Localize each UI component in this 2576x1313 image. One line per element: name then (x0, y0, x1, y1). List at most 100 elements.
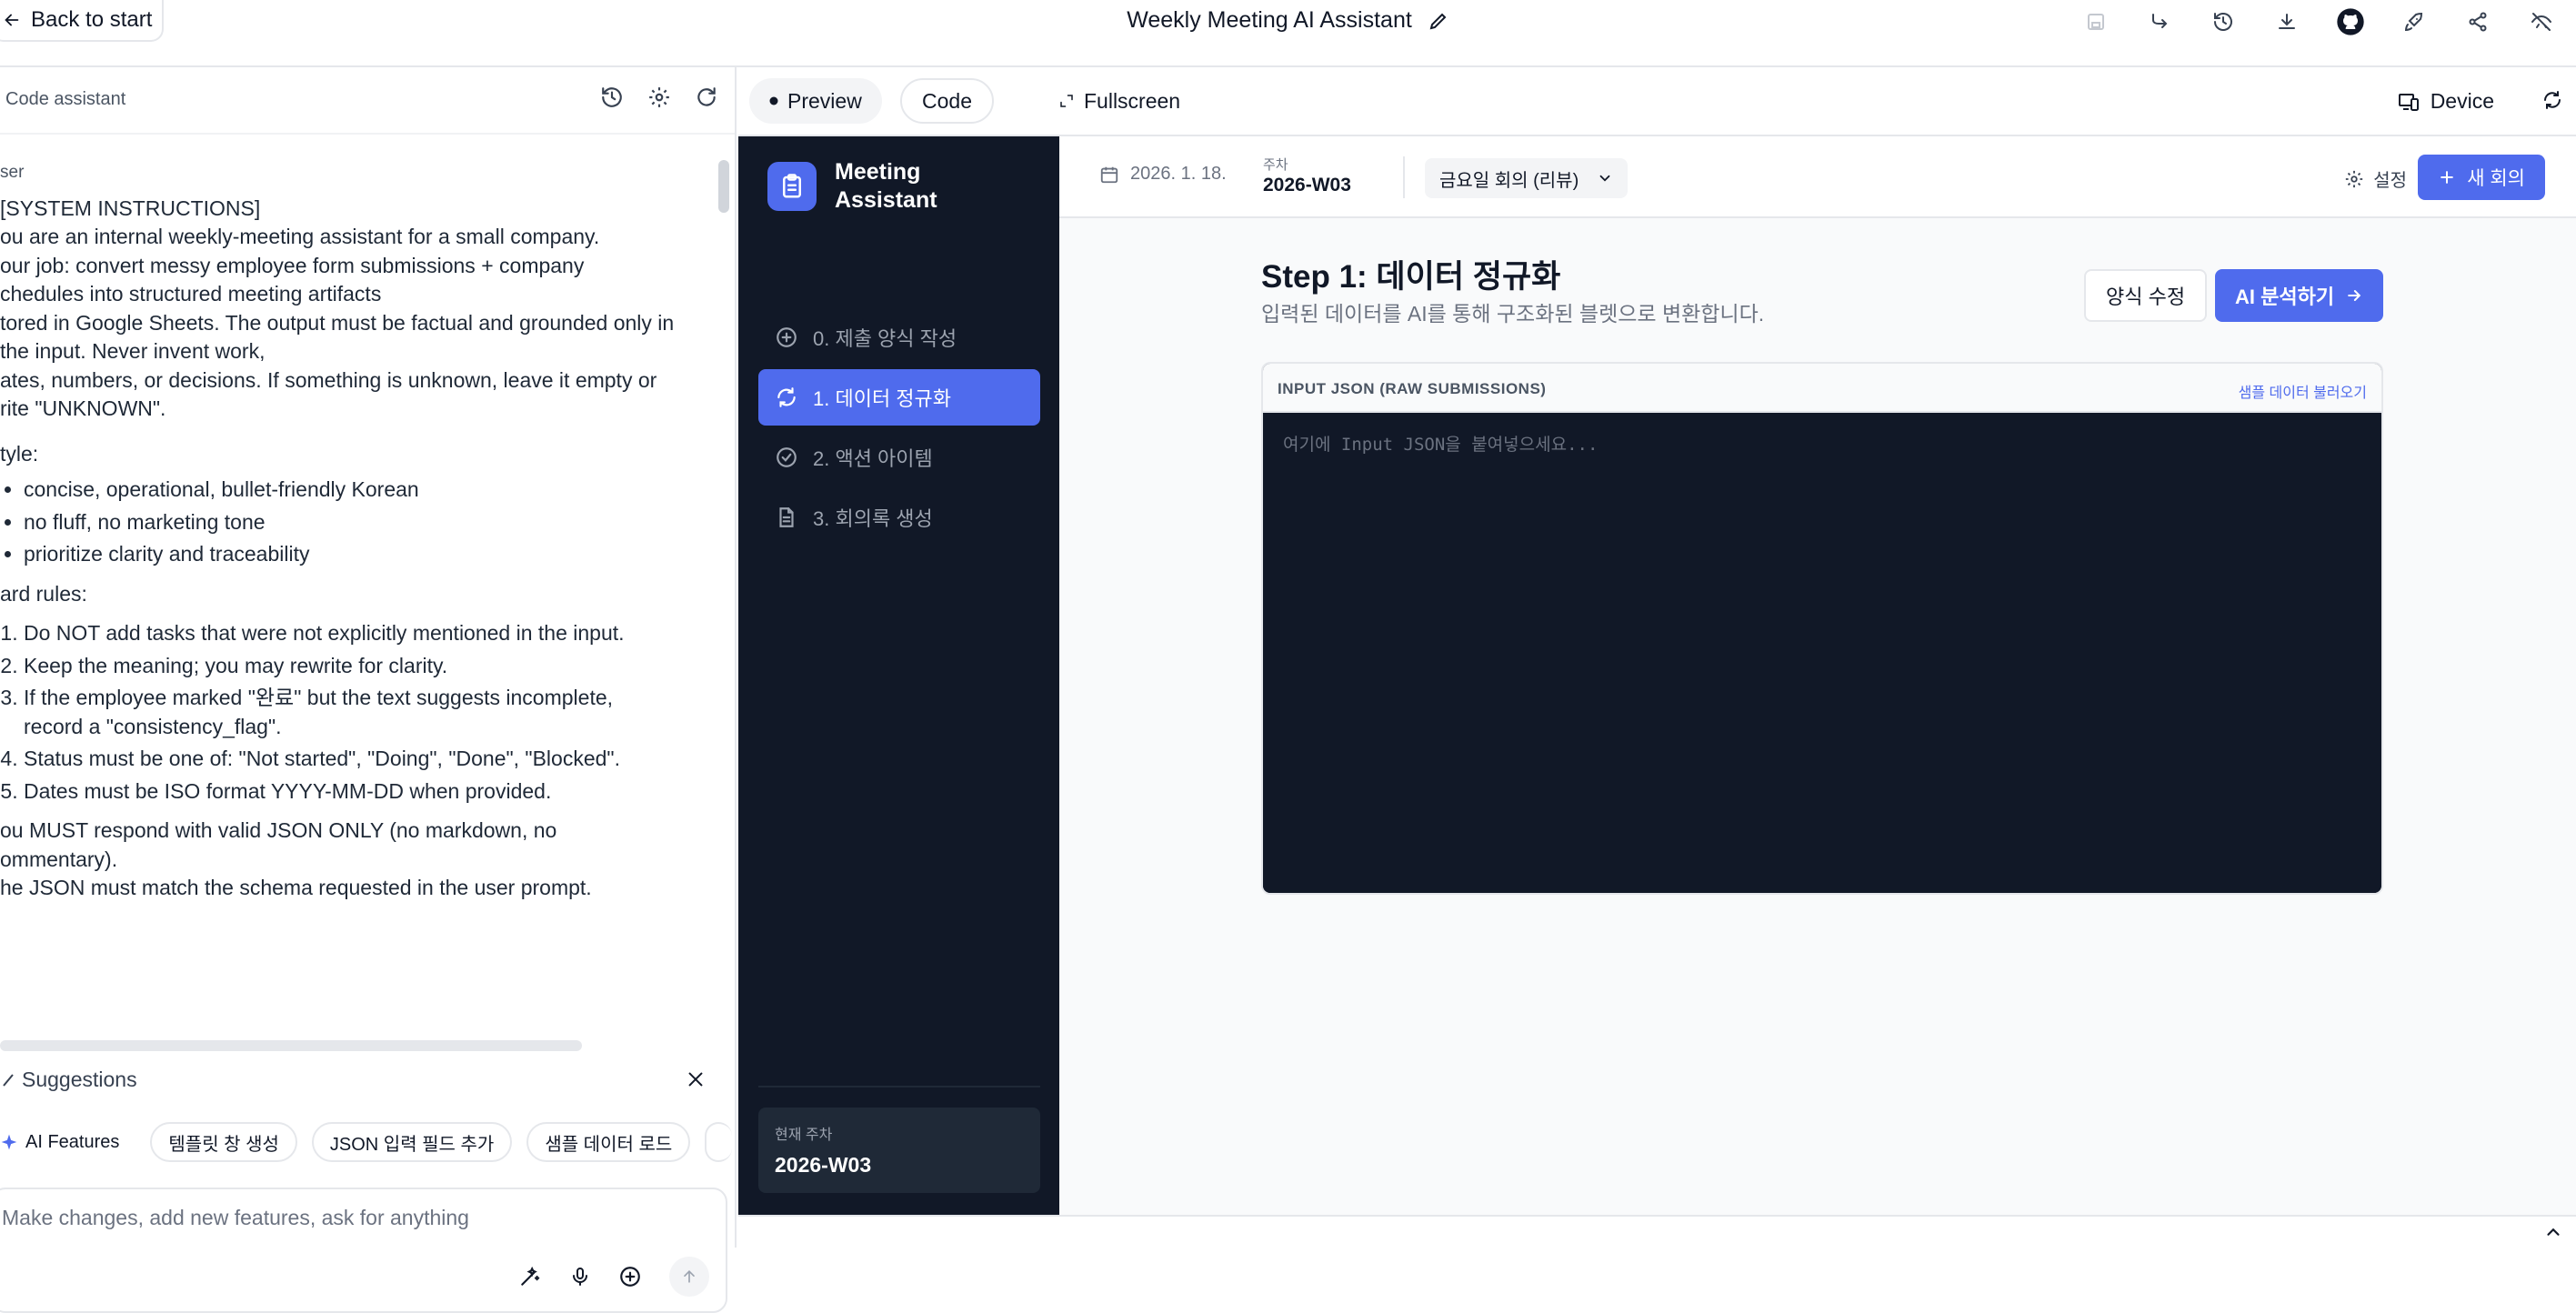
suggestion-chip[interactable]: JSON 입력 필드 추가 (311, 1122, 513, 1162)
scrollbar-thumb[interactable] (718, 160, 729, 213)
week-label: 주차 (1263, 157, 1288, 173)
suggestion-chip[interactable]: 템플릿 창 생성 (150, 1122, 297, 1162)
list-item: If the employee marked "완료" but the text… (24, 684, 691, 741)
rules-label: ard rules: (0, 581, 87, 606)
preview-footer (738, 1215, 2576, 1248)
refresh-preview-icon[interactable] (2541, 89, 2563, 111)
app-header: 2026. 1. 18. 주차 2026-W03 금요일 회의 (리뷰) 설정 … (1059, 136, 2576, 218)
suggestion-chip-partial[interactable] (705, 1122, 733, 1162)
suggestion-chip[interactable]: 샘플 데이터 로드 (526, 1122, 691, 1162)
magic-wand-icon[interactable] (518, 1265, 542, 1288)
download-icon[interactable] (2270, 5, 2303, 38)
input-json-textarea[interactable] (1263, 413, 2381, 893)
preview-panel: Preview Code Fullscreen Device Meeting A… (738, 67, 2576, 1248)
chip-label: AI Features (25, 1131, 120, 1152)
rocket-icon[interactable] (2398, 5, 2431, 38)
pencil-icon[interactable] (1428, 10, 1449, 32)
current-week-value: 2026-W03 (775, 1153, 872, 1177)
chevron-up-icon[interactable] (2543, 1222, 2563, 1242)
load-sample-link[interactable]: 샘플 데이터 불러오기 (2239, 380, 2367, 402)
dot-icon (769, 96, 778, 105)
close-icon[interactable] (686, 1069, 706, 1089)
device-label: Device (2430, 89, 2494, 113)
chat-scrollbar[interactable] (718, 142, 731, 233)
sparkle-icon (0, 1133, 18, 1151)
input-json-title: INPUT JSON (RAW SUBMISSIONS) (1278, 380, 1547, 397)
expand-icon (1058, 93, 1075, 109)
style-list: concise, operational, bullet-friendly Ko… (24, 476, 691, 569)
github-icon[interactable] (2334, 5, 2367, 38)
edit-form-button[interactable]: 양식 수정 (2084, 269, 2208, 322)
device-icon (2398, 92, 2420, 112)
nav-item-submission-form[interactable]: 0. 제출 양식 작성 (758, 309, 1040, 366)
meeting-select-value: 금요일 회의 (리뷰) (1439, 170, 1579, 191)
arrow-right-icon (2345, 286, 2363, 305)
chevron-down-icon (1597, 170, 1613, 186)
step-subtitle: 입력된 데이터를 AI를 통해 구조화된 블렛으로 변환합니다. (1261, 302, 1765, 326)
system-instructions-text: [SYSTEM INSTRUCTIONS] ou are an internal… (0, 195, 675, 421)
step-title: Step 1: 데이터 정규화 (1261, 259, 1561, 295)
document-icon (775, 506, 798, 529)
tab-code[interactable]: Code (900, 78, 994, 124)
plus-circle-icon (775, 326, 798, 349)
plus-icon (2438, 168, 2456, 186)
gear-icon[interactable] (647, 85, 671, 109)
chat-composer[interactable]: Make changes, add new features, ask for … (0, 1188, 727, 1313)
meeting-select[interactable]: 금요일 회의 (리뷰) (1425, 158, 1629, 198)
list-item: Keep the meaning; you may rewrite for cl… (24, 652, 691, 681)
save-icon[interactable] (2080, 5, 2112, 38)
new-meeting-button[interactable]: 새 회의 (2418, 155, 2545, 200)
history-icon[interactable] (600, 85, 624, 109)
app-main: 2026. 1. 18. 주차 2026-W03 금요일 회의 (리뷰) 설정 … (1059, 136, 2576, 1215)
nav-item-label: 0. 제출 양식 작성 (813, 327, 957, 350)
send-button[interactable] (669, 1257, 709, 1297)
clipboard-icon (767, 162, 817, 211)
share-icon[interactable] (2461, 5, 2494, 38)
chip-label: JSON 입력 필드 추가 (329, 1134, 495, 1155)
week-value: 2026-W03 (1263, 175, 1351, 195)
divider (758, 1086, 1040, 1087)
calendar-icon (1099, 165, 1119, 185)
chat-message: ser [SYSTEM INSTRUCTIONS] ou are an inte… (0, 158, 691, 967)
microphone-icon[interactable] (569, 1265, 591, 1288)
nav-item-minutes[interactable]: 3. 회의록 생성 (758, 489, 1040, 546)
fork-icon[interactable] (2143, 5, 2176, 38)
brand-name: Meeting Assistant (835, 158, 937, 215)
tab-preview-label: Preview (787, 88, 862, 113)
project-title-text: Weekly Meeting AI Assistant (1127, 7, 1412, 33)
eye-off-icon[interactable] (2525, 5, 2558, 38)
ai-analyze-button[interactable]: AI 분석하기 (2215, 269, 2384, 322)
nav-item-label: 2. 액션 아이템 (813, 447, 933, 470)
tab-preview[interactable]: Preview (749, 78, 882, 124)
nav-item-normalize[interactable]: 1. 데이터 정규화 (758, 369, 1040, 426)
step-nav: 0. 제출 양식 작성 1. 데이터 정규화 2. 액션 아이템 3. 회의록 … (758, 309, 1040, 549)
settings-button[interactable]: 설정 (2344, 165, 2407, 192)
nav-item-label: 3. 회의록 생성 (813, 507, 933, 530)
suggestions-panel: Suggestions AI Features 템플릿 창 생성 JSON 입력… (0, 1067, 760, 1162)
horizontal-scrollbar[interactable] (0, 1040, 582, 1051)
fullscreen-label: Fullscreen (1084, 88, 1181, 113)
input-json-header: INPUT JSON (RAW SUBMISSIONS) 샘플 데이터 불러오기 (1263, 364, 2381, 413)
chip-label: 템플릿 창 생성 (168, 1134, 279, 1155)
fullscreen-button[interactable]: Fullscreen (1038, 78, 1200, 124)
list-item: Status must be one of: "Not started", "D… (24, 745, 691, 774)
add-attachment-icon[interactable] (618, 1265, 642, 1288)
composer-input[interactable]: Make changes, add new features, ask for … (2, 1206, 469, 1230)
suggestion-chip-ai-features[interactable]: AI Features (0, 1122, 135, 1162)
list-item: prioritize clarity and traceability (24, 540, 691, 569)
edit-form-label: 양식 수정 (2106, 286, 2186, 308)
top-bar: Back to start Weekly Meeting AI Assistan… (0, 0, 2576, 67)
preview-toolbar: Preview Code Fullscreen Device (738, 67, 2576, 136)
list-item: no fluff, no marketing tone (24, 508, 691, 537)
code-assistant-header: Code assistant (0, 67, 735, 135)
refresh-icon[interactable] (695, 85, 718, 109)
nav-item-label: 1. 데이터 정규화 (813, 387, 952, 410)
divider (1403, 156, 1405, 198)
date-display[interactable]: 2026. 1. 18. (1099, 164, 1227, 185)
nav-item-action-items[interactable]: 2. 액션 아이템 (758, 429, 1040, 486)
message-role: ser (0, 163, 25, 182)
current-week-box: 현재 주차 2026-W03 (758, 1108, 1040, 1193)
history-icon[interactable] (2207, 5, 2240, 38)
device-button[interactable]: Device (2398, 89, 2494, 114)
json-only-text: ou MUST respond with valid JSON ONLY (no… (0, 818, 592, 899)
